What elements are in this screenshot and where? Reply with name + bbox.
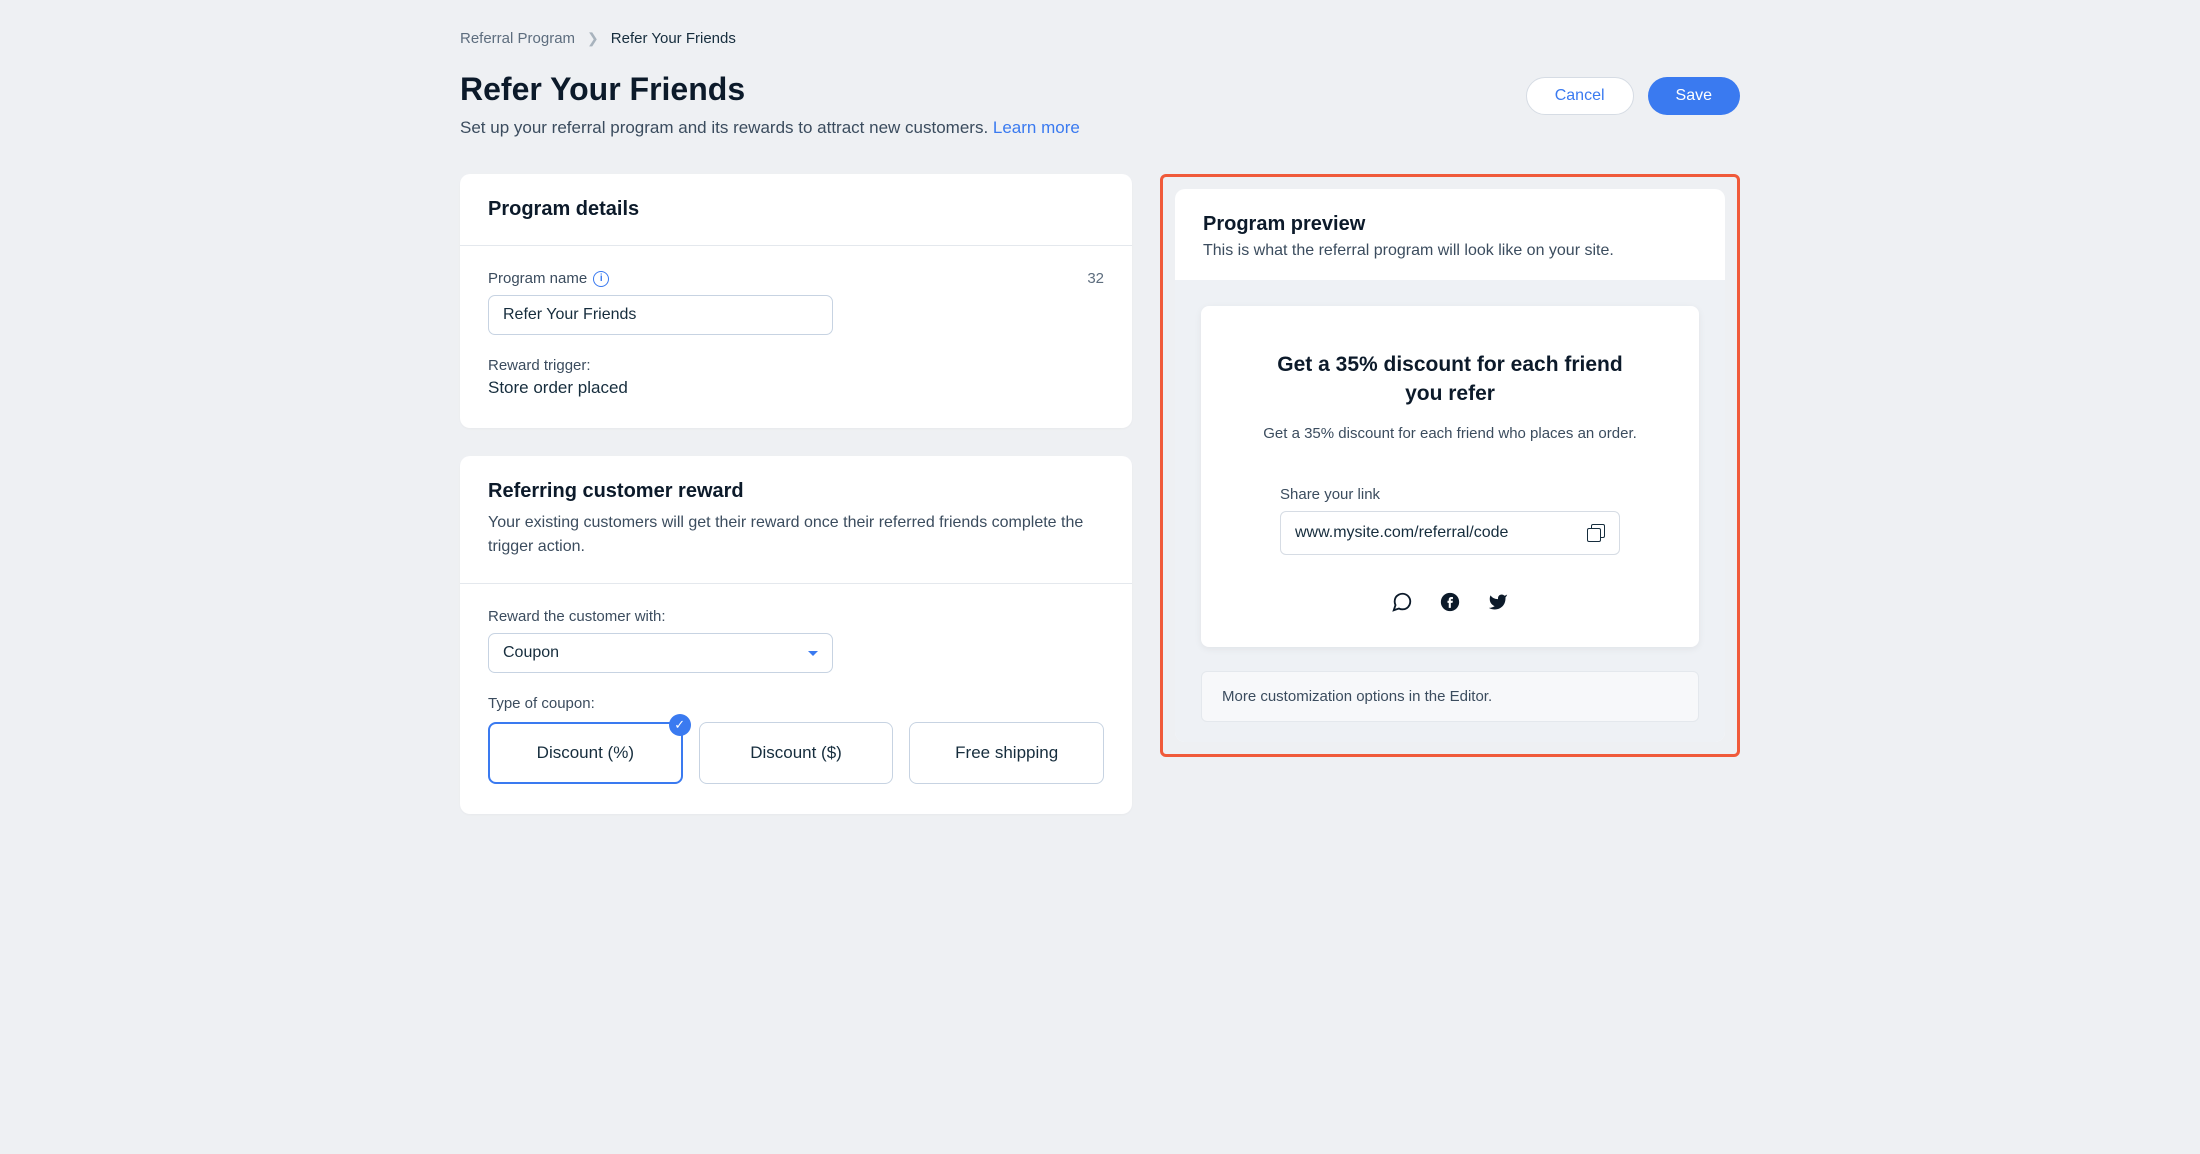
reward-with-select[interactable]: Coupon (488, 633, 833, 673)
breadcrumb: Referral Program ❯ Refer Your Friends (460, 30, 1740, 47)
program-details-card: Program details Program name i 32 (460, 174, 1132, 428)
share-link-box: www.mysite.com/referral/code (1280, 511, 1620, 555)
preview-widget: Get a 35% discount for each friend you r… (1201, 306, 1699, 647)
reward-trigger-value: Store order placed (488, 378, 1104, 398)
coupon-option-free-shipping[interactable]: Free shipping (909, 722, 1104, 784)
share-url: www.mysite.com/referral/code (1295, 524, 1508, 542)
chevron-right-icon: ❯ (587, 30, 599, 47)
check-icon: ✓ (669, 714, 691, 736)
share-label: Share your link (1280, 486, 1620, 503)
coupon-option-discount-amount[interactable]: Discount ($) (699, 722, 894, 784)
preview-title: Program preview (1203, 213, 1697, 236)
coupon-option-discount-percent[interactable]: Discount (%) ✓ (488, 722, 683, 784)
widget-subtext: Get a 35% discount for each friend who p… (1237, 425, 1663, 442)
char-count: 32 (1087, 270, 1104, 287)
breadcrumb-current: Refer Your Friends (611, 30, 736, 47)
whatsapp-icon[interactable] (1391, 591, 1413, 613)
chevron-down-icon (808, 651, 818, 656)
coupon-type-label: Type of coupon: (488, 695, 1104, 712)
referring-reward-title: Referring customer reward (488, 480, 1104, 503)
page-subtitle: Set up your referral program and its rew… (460, 118, 1080, 138)
referring-reward-card: Referring customer reward Your existing … (460, 456, 1132, 814)
copy-icon[interactable] (1587, 524, 1605, 542)
referring-reward-subtitle: Your existing customers will get their r… (488, 511, 1104, 559)
preview-subtitle: This is what the referral program will l… (1203, 242, 1697, 260)
reward-trigger-label: Reward trigger: (488, 357, 1104, 374)
program-name-label: Program name i (488, 270, 609, 287)
breadcrumb-parent[interactable]: Referral Program (460, 30, 575, 47)
program-details-title: Program details (488, 198, 1104, 221)
program-name-input[interactable] (488, 295, 833, 335)
program-preview-card: Program preview This is what the referra… (1175, 189, 1725, 742)
preview-highlight: Program preview This is what the referra… (1160, 174, 1740, 757)
learn-more-link[interactable]: Learn more (993, 118, 1080, 137)
widget-headline: Get a 35% discount for each friend you r… (1260, 350, 1640, 409)
cancel-button[interactable]: Cancel (1526, 77, 1634, 115)
page-title: Refer Your Friends (460, 71, 1080, 108)
reward-with-label: Reward the customer with: (488, 608, 1104, 625)
info-icon[interactable]: i (593, 271, 609, 287)
twitter-icon[interactable] (1487, 591, 1509, 613)
editor-note: More customization options in the Editor… (1201, 671, 1699, 722)
save-button[interactable]: Save (1648, 77, 1740, 115)
facebook-icon[interactable] (1439, 591, 1461, 613)
